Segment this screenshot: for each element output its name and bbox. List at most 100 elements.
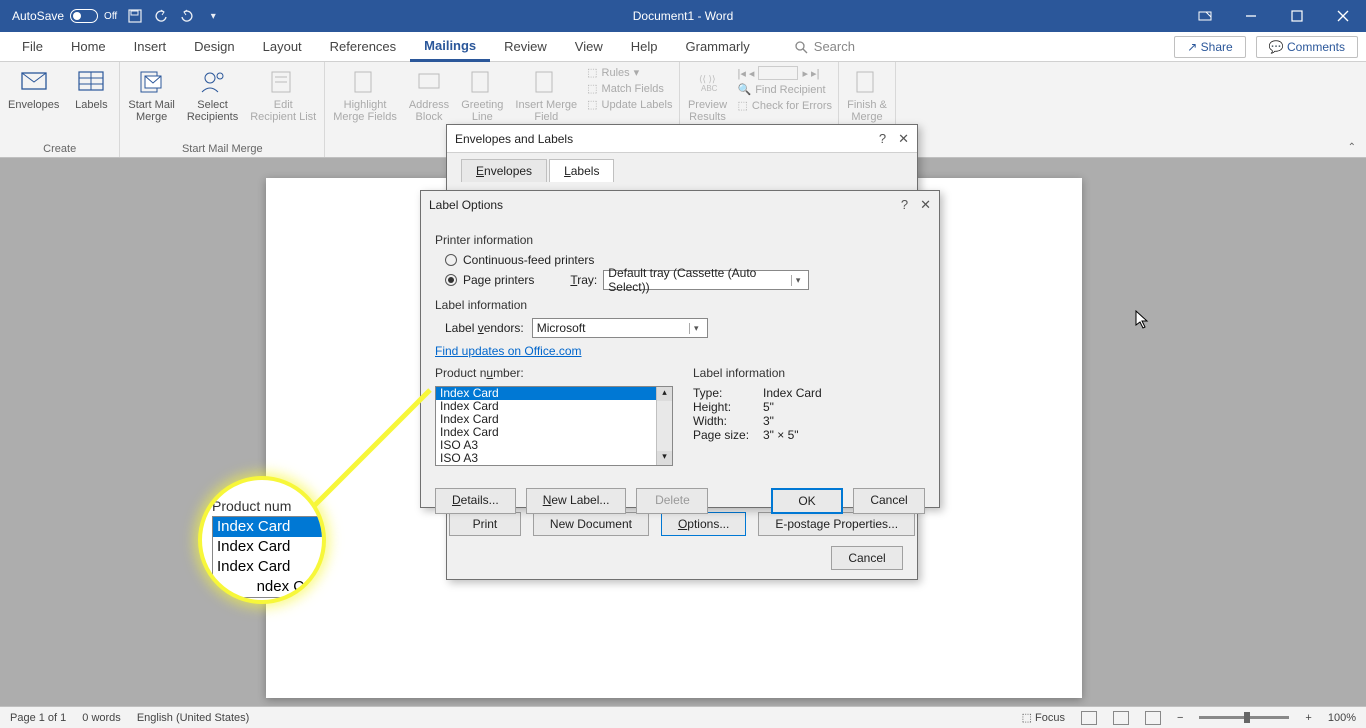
labels-icon [77, 68, 105, 96]
word-count[interactable]: 0 words [82, 712, 121, 724]
printer-info-label: Printer information [435, 233, 925, 247]
zoom-level[interactable]: 100% [1328, 712, 1356, 724]
env-tab-envelopes[interactable]: EEnvelopesnvelopes [461, 159, 547, 182]
magnifier-callout: Product num Index Card Index Card Index … [198, 476, 326, 604]
ribbon-display-icon[interactable] [1182, 0, 1228, 32]
autosave-state: Off [104, 11, 117, 22]
check-errors-button: ⬚ Check for Errors [738, 99, 832, 112]
edit-recipient-list-button: Edit Recipient List [248, 66, 318, 125]
label-options-dialog: Label Options ? ✕ Printer information Co… [420, 190, 940, 508]
maximize-icon[interactable] [1274, 0, 1320, 32]
page-status[interactable]: Page 1 of 1 [10, 712, 66, 724]
ribbon-tabs: File Home Insert Design Layout Reference… [0, 32, 1366, 62]
mag-item: Index Card [213, 557, 326, 577]
status-bar: Page 1 of 1 0 words English (United Stat… [0, 706, 1366, 728]
label-vendors-label: Label vendors:Label vendors: [445, 321, 524, 335]
print-layout-icon[interactable] [1113, 711, 1129, 725]
mag-item: Index Card [213, 537, 326, 557]
document-title: Document1 - Word [633, 9, 733, 23]
labels-button[interactable]: Labels [69, 66, 113, 113]
env-tab-labels[interactable]: LabelsLabels [549, 159, 614, 182]
label-info-section: Label information [435, 298, 925, 312]
label-help-icon[interactable]: ? [901, 197, 908, 213]
tray-label: Tray:Tray: [570, 273, 597, 287]
chevron-down-icon: ▾ [791, 275, 804, 286]
zoom-out-icon[interactable]: − [1177, 712, 1183, 724]
delete-button[interactable]: Delete [636, 488, 708, 514]
minimize-icon[interactable] [1228, 0, 1274, 32]
find-recipient-button: 🔍 Find Recipient [738, 83, 832, 96]
mag-item: ndex Car [213, 577, 326, 597]
continuous-feed-radio[interactable]: Continuous-feed printers [445, 253, 925, 267]
find-updates-link[interactable]: Find updates on Office.com [435, 344, 582, 358]
label-vendors-combo[interactable]: Microsoft ▾ [532, 318, 708, 338]
tab-references[interactable]: References [316, 32, 410, 62]
cancel-button[interactable]: Cancel [853, 488, 925, 514]
tab-view[interactable]: View [561, 32, 617, 62]
tab-mailings[interactable]: Mailings [410, 32, 490, 62]
read-mode-icon[interactable] [1081, 711, 1097, 725]
tab-review[interactable]: Review [490, 32, 561, 62]
ok-button[interactable]: OK [771, 488, 843, 514]
tray-combo[interactable]: Default tray (Cassette (Auto Select)) ▾ [603, 270, 809, 290]
tab-layout[interactable]: Layout [249, 32, 316, 62]
share-button[interactable]: ↗ Share [1174, 36, 1245, 58]
svg-text:ABC: ABC [701, 84, 718, 92]
svg-text:⟨⟨ ⟩⟩: ⟨⟨ ⟩⟩ [699, 74, 716, 84]
mag-item: Index Card [213, 517, 326, 537]
save-icon[interactable] [127, 8, 143, 24]
label-dialog-title: Label Options [429, 198, 503, 212]
env-help-icon[interactable]: ? [879, 131, 886, 147]
label-info-panel: Type:Index Card Height:5" Width:3" Page … [693, 386, 923, 442]
label-info-panel-label: Label information [693, 366, 923, 380]
scrollbar[interactable]: ▴ ▾ [656, 387, 672, 465]
label-close-icon[interactable]: ✕ [920, 197, 931, 213]
match-fields-button: ⬚ Match Fields [587, 82, 672, 95]
web-layout-icon[interactable] [1145, 711, 1161, 725]
envelopes-button[interactable]: Envelopes [6, 66, 61, 113]
finish-merge-button: Finish & Merge [845, 66, 889, 125]
greeting-line-button: Greeting Line [459, 66, 505, 125]
zoom-in-icon[interactable]: + [1305, 712, 1311, 724]
product-number-listbox[interactable]: Index Card Index Card Index Card Index C… [435, 386, 673, 466]
focus-mode[interactable]: ⬚ Focus [1022, 711, 1065, 724]
mag-header: Product num [212, 498, 326, 514]
env-cancel-button[interactable]: Cancel [831, 546, 903, 570]
rules-button: ⬚ Rules ▾ [587, 66, 672, 79]
new-label-button[interactable]: New Label...New Label... [526, 488, 627, 514]
product-number-label: Product number:Product number: [435, 366, 673, 380]
env-close-icon[interactable]: ✕ [898, 131, 909, 147]
zoom-slider[interactable] [1199, 716, 1289, 719]
chevron-down-icon: ▾ [689, 323, 703, 334]
preview-results-button: ⟨⟨ ⟩⟩ABC Preview Results [686, 66, 730, 125]
tab-help[interactable]: Help [617, 32, 672, 62]
language-status[interactable]: English (United States) [137, 712, 250, 724]
close-icon[interactable] [1320, 0, 1366, 32]
tab-file[interactable]: File [8, 32, 57, 62]
qat-more-icon[interactable]: ▾ [205, 8, 221, 24]
autosave-toggle[interactable]: AutoSave Off [12, 9, 117, 23]
page-printers-radio[interactable]: Page printers Tray:Tray: Default tray (C… [445, 270, 925, 290]
title-bar: AutoSave Off ▾ Document1 - Word [0, 0, 1366, 32]
callout-line [310, 370, 440, 510]
group-create-label: Create [6, 141, 113, 155]
nav-record-buttons: |◂ ◂ ▸ ▸| [738, 66, 832, 80]
comments-button[interactable]: 💬 Comments [1256, 36, 1358, 58]
redo-icon[interactable] [179, 8, 195, 24]
tab-design[interactable]: Design [180, 32, 248, 62]
autosave-label: AutoSave [12, 9, 64, 23]
collapse-ribbon-icon[interactable]: ⌃ [1348, 142, 1356, 153]
tab-home[interactable]: Home [57, 32, 120, 62]
tab-insert[interactable]: Insert [120, 32, 181, 62]
list-item[interactable]: ISO A3 [436, 452, 672, 465]
details-button[interactable]: Details...Details... [435, 488, 516, 514]
select-recipients-button[interactable]: Select Recipients [185, 66, 240, 125]
insert-merge-field-button: Insert Merge Field [513, 66, 579, 125]
search-label: Search [814, 39, 855, 54]
undo-icon[interactable] [153, 8, 169, 24]
search-box[interactable]: Search [794, 39, 855, 54]
recipients-icon [199, 68, 227, 96]
start-mail-merge-button[interactable]: Start Mail Merge [126, 66, 176, 125]
update-labels-button: ⬚ Update Labels [587, 98, 672, 111]
tab-grammarly[interactable]: Grammarly [672, 32, 764, 62]
